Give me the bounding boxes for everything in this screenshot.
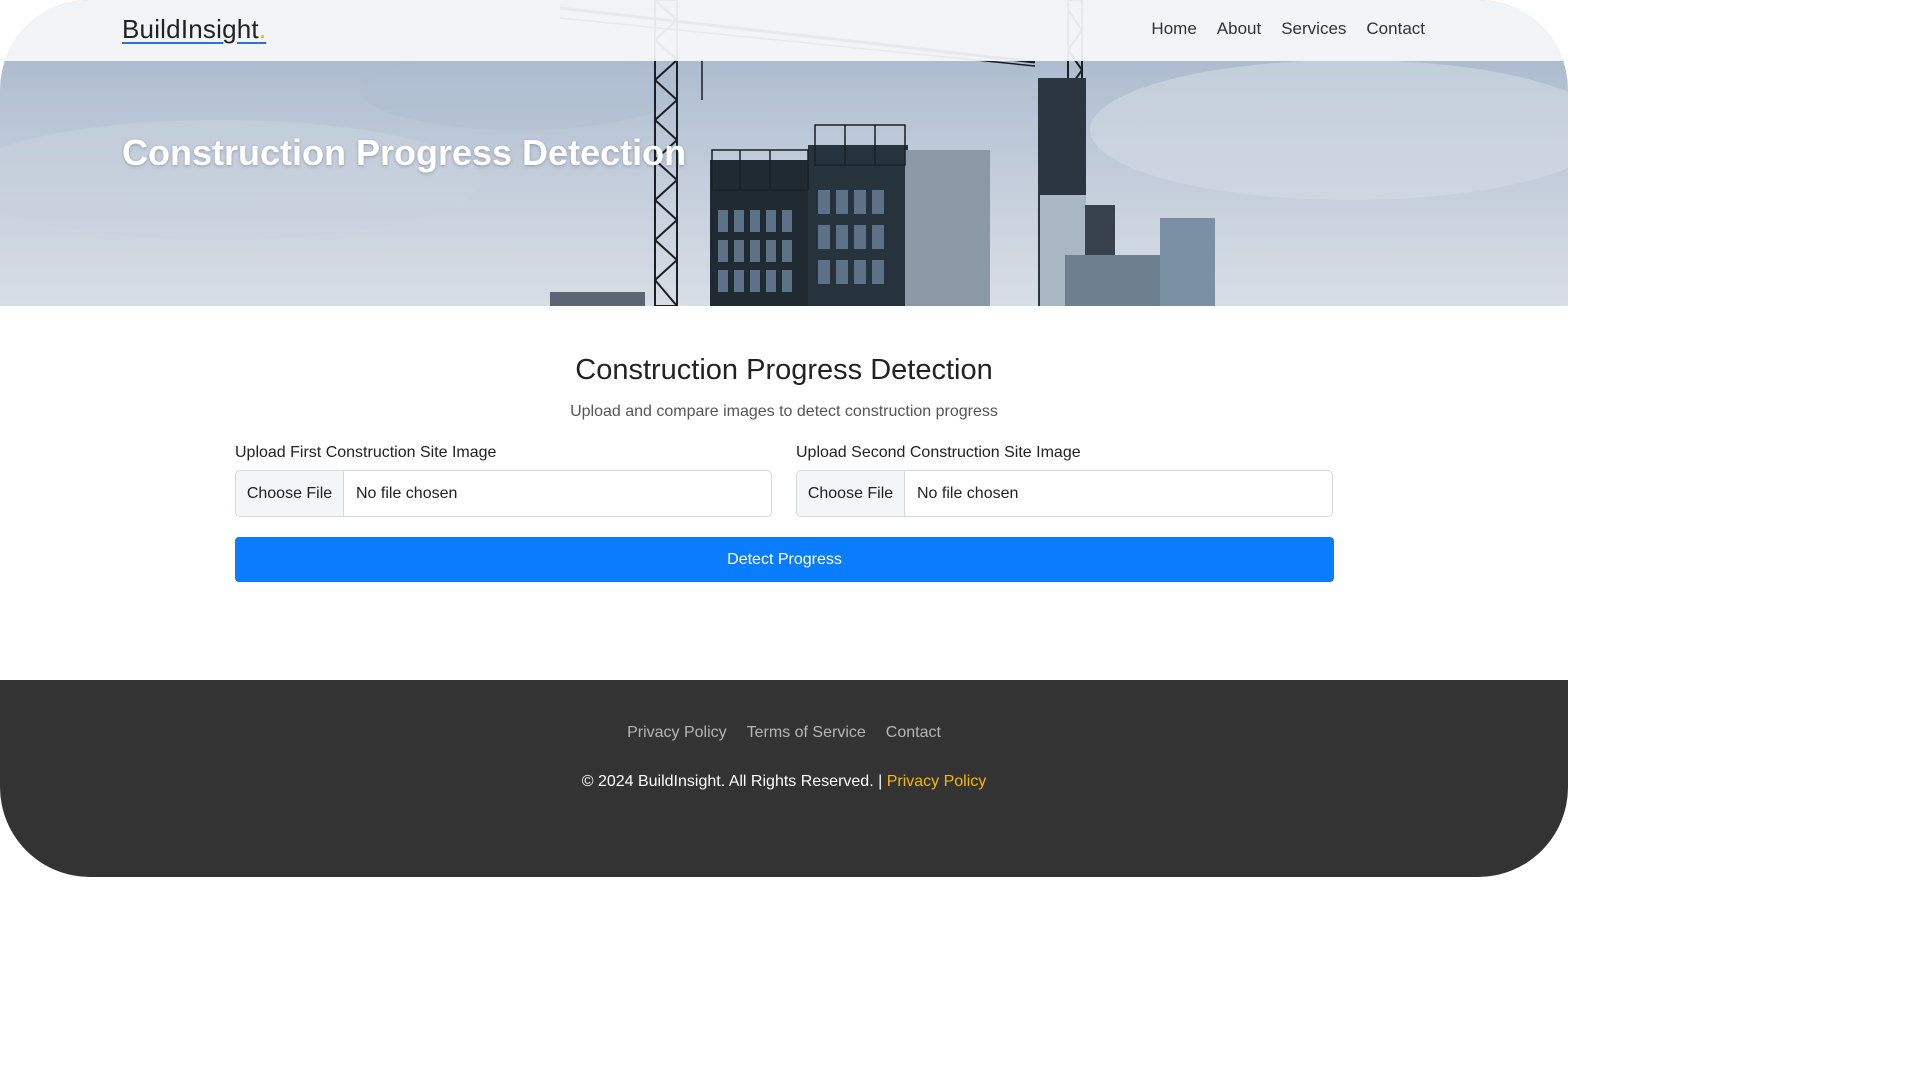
choose-file-button[interactable]: Choose File: [236, 471, 344, 516]
choose-file-button[interactable]: Choose File: [797, 471, 905, 516]
copyright: © 2024 BuildInsight. All Rights Reserved…: [0, 773, 1568, 791]
navbar: BuildInsight. Home About Services Contac…: [0, 0, 1568, 61]
page-title: Construction Progress Detection: [575, 354, 993, 386]
hero-title: Construction Progress Detection: [122, 132, 687, 173]
brand-logo[interactable]: BuildInsight.: [122, 14, 266, 45]
nav-link-services[interactable]: Services: [1281, 19, 1346, 39]
footer-links: Privacy Policy Terms of Service Contact: [0, 724, 1568, 742]
footer: Privacy Policy Terms of Service Contact …: [0, 680, 1568, 877]
upload-second-input[interactable]: Choose File No file chosen: [796, 470, 1333, 517]
upload-second-group: Upload Second Construction Site Image Ch…: [796, 444, 1333, 517]
page: BuildInsight. Home About Services Contac…: [0, 0, 1568, 877]
building: [710, 124, 990, 306]
upload-first-group: Upload First Construction Site Image Cho…: [235, 444, 772, 517]
nav-link-about[interactable]: About: [1217, 19, 1261, 39]
footer-link-privacy[interactable]: Privacy Policy: [627, 724, 727, 742]
upload-first-label: Upload First Construction Site Image: [235, 444, 497, 461]
upload-second-label: Upload Second Construction Site Image: [796, 444, 1081, 461]
hero-banner: BuildInsight. Home About Services Contac…: [0, 0, 1568, 306]
footer-link-terms[interactable]: Terms of Service: [747, 724, 866, 742]
copyright-privacy-link[interactable]: Privacy Policy: [887, 773, 987, 790]
page-subtitle: Upload and compare images to detect cons…: [570, 403, 998, 420]
upload-first-input[interactable]: Choose File No file chosen: [235, 470, 772, 517]
nav-link-contact[interactable]: Contact: [1366, 19, 1425, 39]
file-status: No file chosen: [917, 484, 1019, 502]
detect-progress-button[interactable]: Detect Progress: [235, 537, 1334, 582]
main-content: Construction Progress Detection Upload a…: [0, 306, 1568, 680]
nav-links: Home About Services Contact: [1151, 19, 1425, 39]
nav-link-home[interactable]: Home: [1151, 19, 1196, 39]
file-status: No file chosen: [356, 484, 458, 502]
copyright-text: © 2024 BuildInsight. All Rights Reserved…: [581, 773, 883, 790]
footer-link-contact[interactable]: Contact: [886, 724, 941, 742]
